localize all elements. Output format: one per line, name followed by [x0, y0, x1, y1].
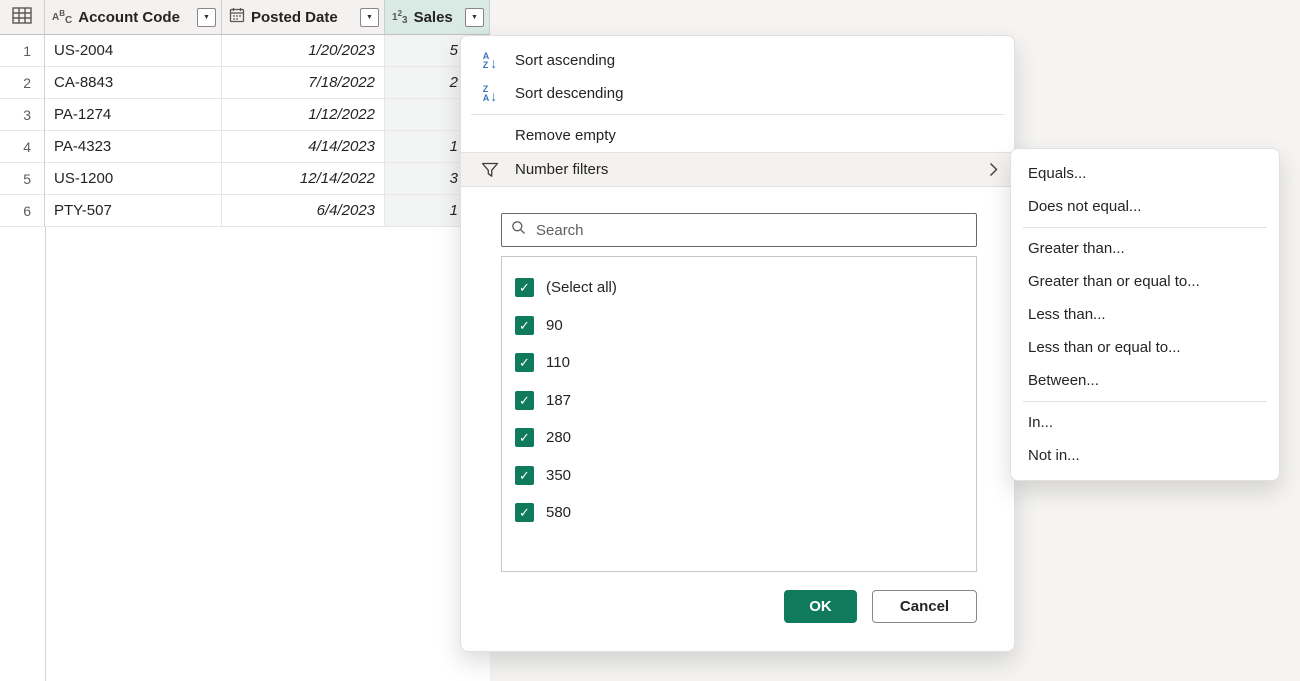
filter-value-label: 110	[546, 354, 570, 371]
calendar-type-icon	[229, 7, 245, 27]
menu-item-remove-empty[interactable]: Remove empty	[461, 119, 1014, 152]
filter-value-option[interactable]: ✓ 350	[515, 457, 976, 495]
cell-posted-date[interactable]: 4/14/2023	[222, 131, 385, 163]
filter-value-option[interactable]: ✓ 280	[515, 419, 976, 457]
cell-posted-date[interactable]: 1/12/2022	[222, 99, 385, 131]
filter-value-option[interactable]: ✓ 580	[515, 494, 976, 532]
cell-account-code[interactable]: PA-4323	[45, 131, 222, 163]
submenu-item-in[interactable]: In...	[1011, 406, 1279, 439]
checkbox-checked-icon[interactable]: ✓	[515, 391, 534, 410]
table-row: 3 PA-1274 1/12/2022	[0, 99, 490, 131]
cell-account-code[interactable]: US-2004	[45, 35, 222, 67]
filter-value-label: 187	[546, 392, 571, 409]
search-box[interactable]	[501, 213, 977, 247]
table-row: 1 US-2004 1/20/2023 5	[0, 35, 490, 67]
filter-value-option[interactable]: ✓ 90	[515, 307, 976, 345]
filter-value-option[interactable]: ✓ 187	[515, 382, 976, 420]
submenu-item-greater-than[interactable]: Greater than...	[1011, 232, 1279, 265]
filter-value-option[interactable]: ✓ 110	[515, 344, 976, 382]
filter-value-label: 580	[546, 504, 571, 521]
submenu-item-not-in[interactable]: Not in...	[1011, 439, 1279, 472]
column-label: Sales	[414, 9, 453, 26]
ok-button[interactable]: OK	[784, 590, 857, 623]
submenu-item-between[interactable]: Between...	[1011, 364, 1279, 397]
table-grid-icon	[12, 7, 32, 28]
cell-posted-date[interactable]: 7/18/2022	[222, 67, 385, 99]
column-header-sales[interactable]: 123 Sales ▼	[385, 0, 490, 35]
text-type-icon: ABC	[52, 8, 72, 26]
dialog-buttons: OK Cancel	[461, 590, 977, 623]
sort-descending-icon: ZA↓	[478, 85, 502, 103]
filter-dropdown-button-open[interactable]: ▼	[465, 8, 484, 27]
chevron-right-icon	[989, 162, 998, 177]
filter-dropdown-panel: AZ↓ Sort ascending ZA↓ Sort descending R…	[460, 35, 1015, 652]
submenu-item-does-not-equal[interactable]: Does not equal...	[1011, 190, 1279, 223]
checkbox-checked-icon[interactable]: ✓	[515, 466, 534, 485]
filter-value-label: 280	[546, 429, 571, 446]
submenu-item-equals[interactable]: Equals...	[1011, 157, 1279, 190]
column-label: Account Code	[78, 9, 180, 26]
menu-divider	[1023, 227, 1267, 228]
filter-dropdown-button[interactable]: ▼	[197, 8, 216, 27]
submenu-item-less-than-or-equal[interactable]: Less than or equal to...	[1011, 331, 1279, 364]
filter-value-label: 350	[546, 467, 571, 484]
row-number[interactable]: 3	[0, 99, 45, 131]
filter-values-list: ✓ (Select all) ✓ 90 ✓ 110 ✓ 187 ✓ 280 ✓ …	[501, 256, 977, 572]
table-row: 6 PTY-507 6/4/2023 1	[0, 195, 490, 227]
search-icon	[511, 220, 526, 240]
row-number[interactable]: 5	[0, 163, 45, 195]
menu-item-label: Remove empty	[515, 127, 616, 144]
column-header-account-code[interactable]: ABC Account Code ▼	[45, 0, 222, 35]
table-row: 4 PA-4323 4/14/2023 1	[0, 131, 490, 163]
table-row: 2 CA-8843 7/18/2022 2	[0, 67, 490, 99]
menu-item-sort-descending[interactable]: ZA↓ Sort descending	[461, 77, 1014, 110]
cell-account-code[interactable]: US-1200	[45, 163, 222, 195]
column-header-posted-date[interactable]: Posted Date ▼	[222, 0, 385, 35]
menu-item-label: Sort ascending	[515, 52, 615, 69]
cell-posted-date[interactable]: 6/4/2023	[222, 195, 385, 227]
row-number[interactable]: 6	[0, 195, 45, 227]
cancel-button[interactable]: Cancel	[872, 590, 977, 623]
row-number[interactable]: 2	[0, 67, 45, 99]
column-label: Posted Date	[251, 9, 338, 26]
table-row: 5 US-1200 12/14/2022 3	[0, 163, 490, 195]
cell-account-code[interactable]: CA-8843	[45, 67, 222, 99]
checkbox-checked-icon[interactable]: ✓	[515, 428, 534, 447]
submenu-item-less-than[interactable]: Less than...	[1011, 298, 1279, 331]
power-query-editor: ABC Account Code ▼ Posted Date ▼	[0, 0, 1300, 681]
cell-account-code[interactable]: PTY-507	[45, 195, 222, 227]
filter-value-label: (Select all)	[546, 279, 617, 296]
menu-item-sort-ascending[interactable]: AZ↓ Sort ascending	[461, 44, 1014, 77]
checkbox-checked-icon[interactable]: ✓	[515, 503, 534, 522]
cell-account-code[interactable]: PA-1274	[45, 99, 222, 131]
table-body: 1 US-2004 1/20/2023 5 2 CA-8843 7/18/202…	[0, 35, 490, 227]
cell-posted-date[interactable]: 1/20/2023	[222, 35, 385, 67]
table-header: ABC Account Code ▼ Posted Date ▼	[0, 0, 490, 35]
checkbox-checked-icon[interactable]: ✓	[515, 353, 534, 372]
number-type-icon: 123	[392, 8, 408, 26]
funnel-icon	[478, 162, 502, 178]
menu-divider	[1023, 401, 1267, 402]
menu-item-label: Number filters	[515, 161, 608, 178]
row-number[interactable]: 4	[0, 131, 45, 163]
checkbox-checked-icon[interactable]: ✓	[515, 278, 534, 297]
sort-ascending-icon: AZ↓	[478, 52, 502, 70]
cell-posted-date[interactable]: 12/14/2022	[222, 163, 385, 195]
filter-dropdown-button[interactable]: ▼	[360, 8, 379, 27]
submenu-item-greater-than-or-equal[interactable]: Greater than or equal to...	[1011, 265, 1279, 298]
filter-value-label: 90	[546, 317, 563, 334]
number-filters-submenu: Equals... Does not equal... Greater than…	[1010, 148, 1280, 481]
checkbox-checked-icon[interactable]: ✓	[515, 316, 534, 335]
menu-item-number-filters[interactable]: Number filters	[461, 152, 1014, 187]
select-all-corner[interactable]	[0, 0, 45, 35]
menu-item-label: Sort descending	[515, 85, 623, 102]
filter-value-option-select-all[interactable]: ✓ (Select all)	[515, 269, 976, 307]
menu-divider	[471, 114, 1004, 115]
search-input[interactable]	[534, 221, 967, 240]
row-number[interactable]: 1	[0, 35, 45, 67]
